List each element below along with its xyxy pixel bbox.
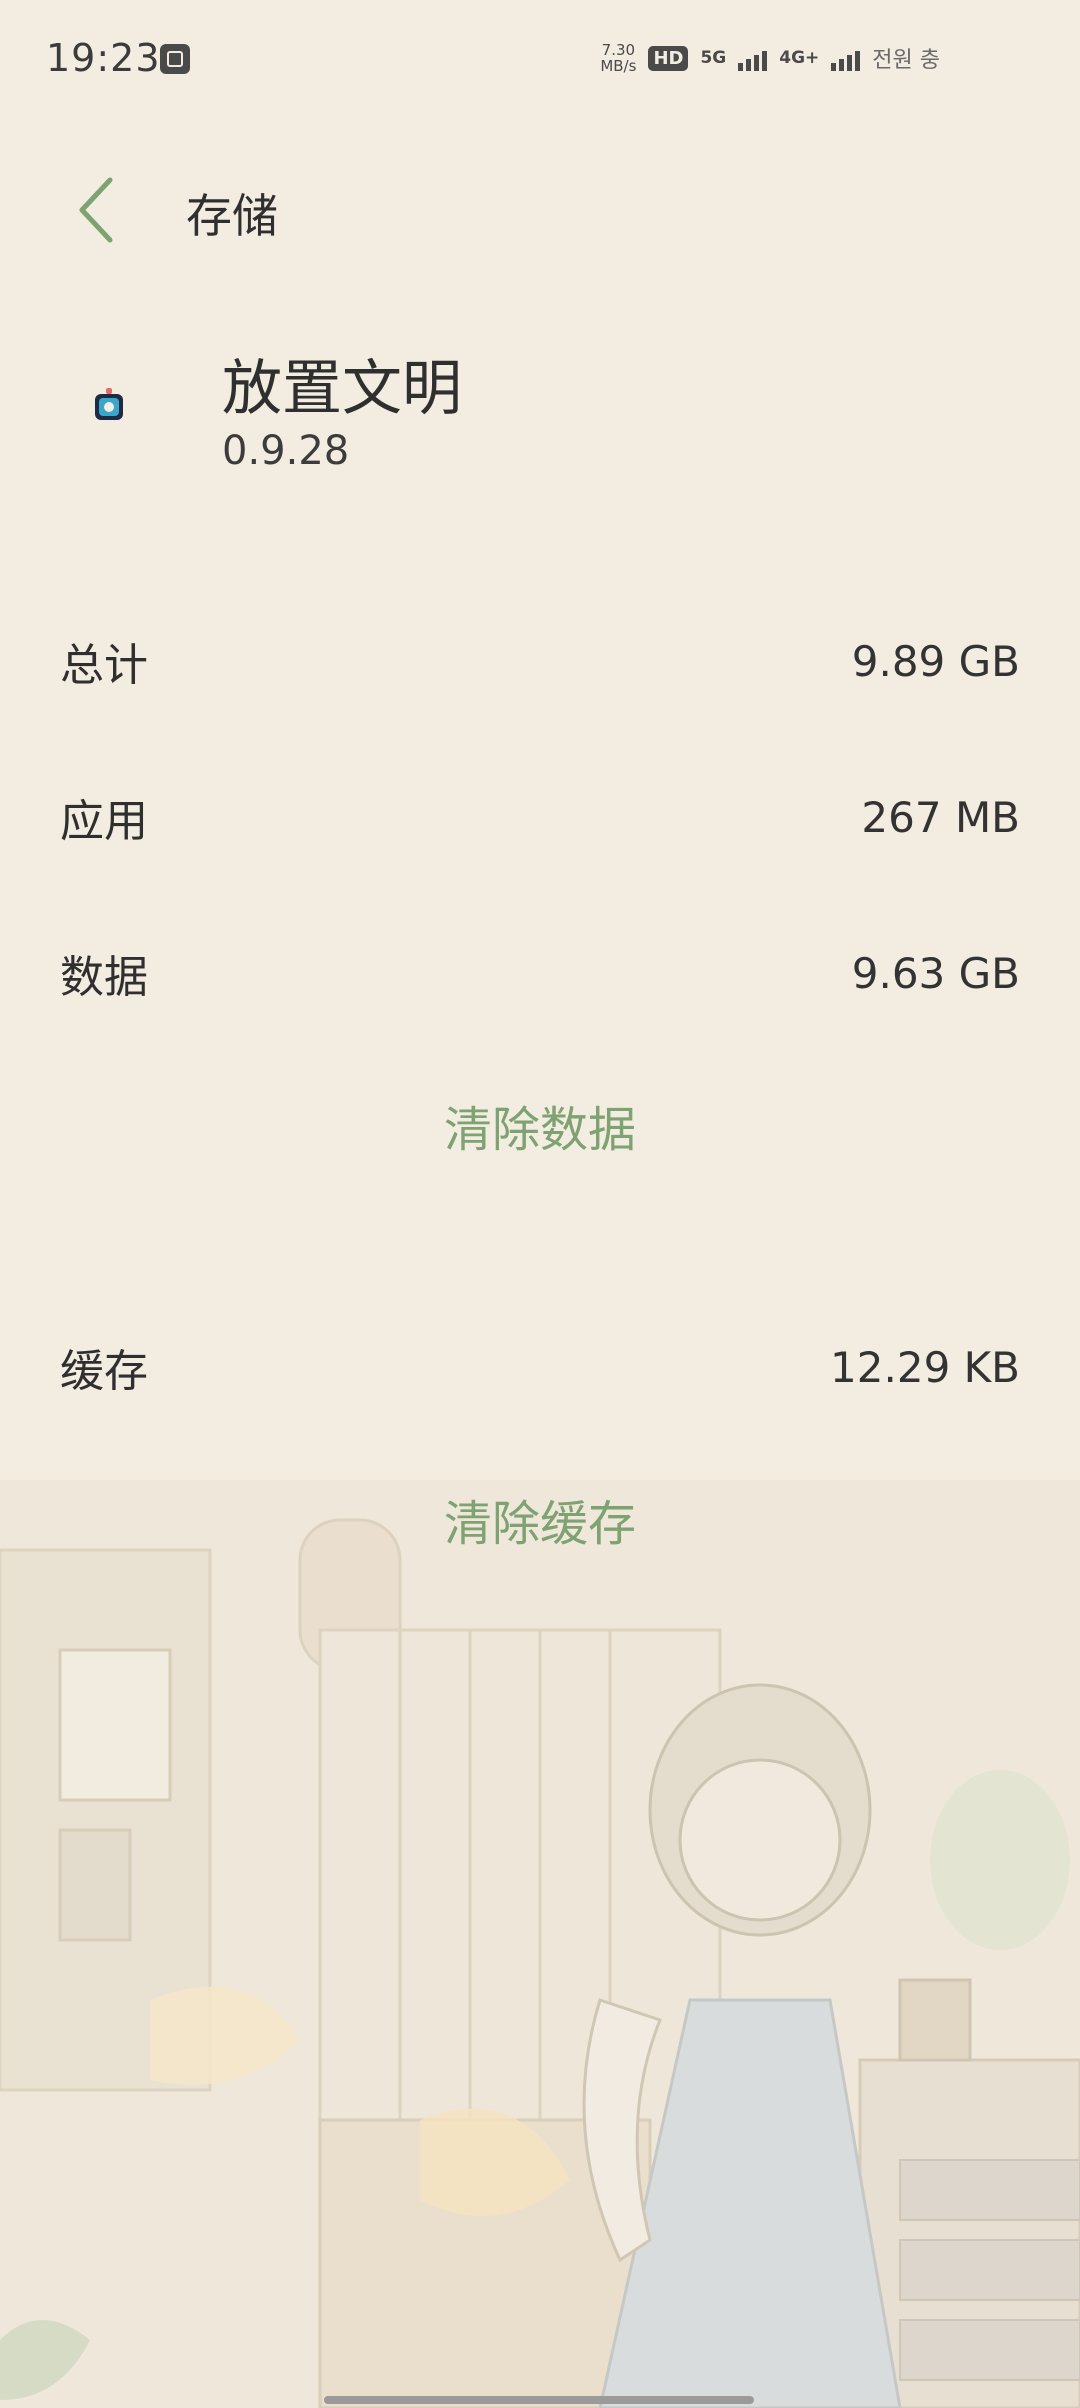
chevron-left-icon [79, 177, 113, 243]
storage-cache-row: 缓存 12.29 KB [60, 1322, 1020, 1412]
status-time: 19:23 [46, 36, 161, 80]
page-title: 存储 [186, 189, 278, 243]
signal-4g-icon [831, 45, 861, 71]
hd-icon: HD [648, 45, 689, 71]
network-speed: 7.30 MB/s [600, 42, 636, 74]
carrier-text: 전원 충 [872, 48, 940, 73]
signal-5g-icon [738, 45, 768, 71]
background-illustration [0, 1480, 1080, 2408]
app-size-value: 267 MB [861, 792, 1020, 842]
screenshot-app-icon [160, 44, 190, 74]
home-indicator[interactable] [324, 2396, 754, 2404]
header: 存储 [0, 150, 1080, 270]
storage-app-row: 应用 267 MB [60, 772, 1020, 862]
app-size-label: 应用 [60, 796, 148, 847]
clear-data-button[interactable]: 清除数据 [0, 1090, 1080, 1160]
back-button[interactable] [60, 172, 136, 248]
data-size-value: 9.63 GB [851, 948, 1020, 998]
network-speed-value: 7.30 [601, 41, 636, 59]
app-info: 放置文明 0.9.28 [0, 330, 1080, 490]
total-label: 总计 [60, 640, 148, 691]
clear-cache-button[interactable]: 清除缓存 [0, 1484, 1080, 1554]
storage-total-row: 总计 9.89 GB [60, 616, 1020, 706]
status-indicators: 7.30 MB/s HD 5G 4G+ 전원 충 [600, 42, 940, 74]
cache-value: 12.29 KB [830, 1342, 1020, 1392]
status-bar: 19:23 7.30 MB/s HD 5G 4G+ 전원 충 [0, 0, 1080, 120]
cache-label: 缓存 [60, 1346, 148, 1397]
app-icon [95, 388, 123, 420]
total-value: 9.89 GB [851, 636, 1020, 686]
signal-4g-label: 4G+ [779, 48, 820, 68]
storage-data-row: 数据 9.63 GB [60, 928, 1020, 1018]
data-size-label: 数据 [60, 952, 148, 1003]
signal-5g-label: 5G [700, 48, 727, 68]
app-name: 放置文明 [222, 354, 462, 424]
app-version: 0.9.28 [222, 428, 350, 474]
network-speed-unit: MB/s [600, 57, 637, 75]
